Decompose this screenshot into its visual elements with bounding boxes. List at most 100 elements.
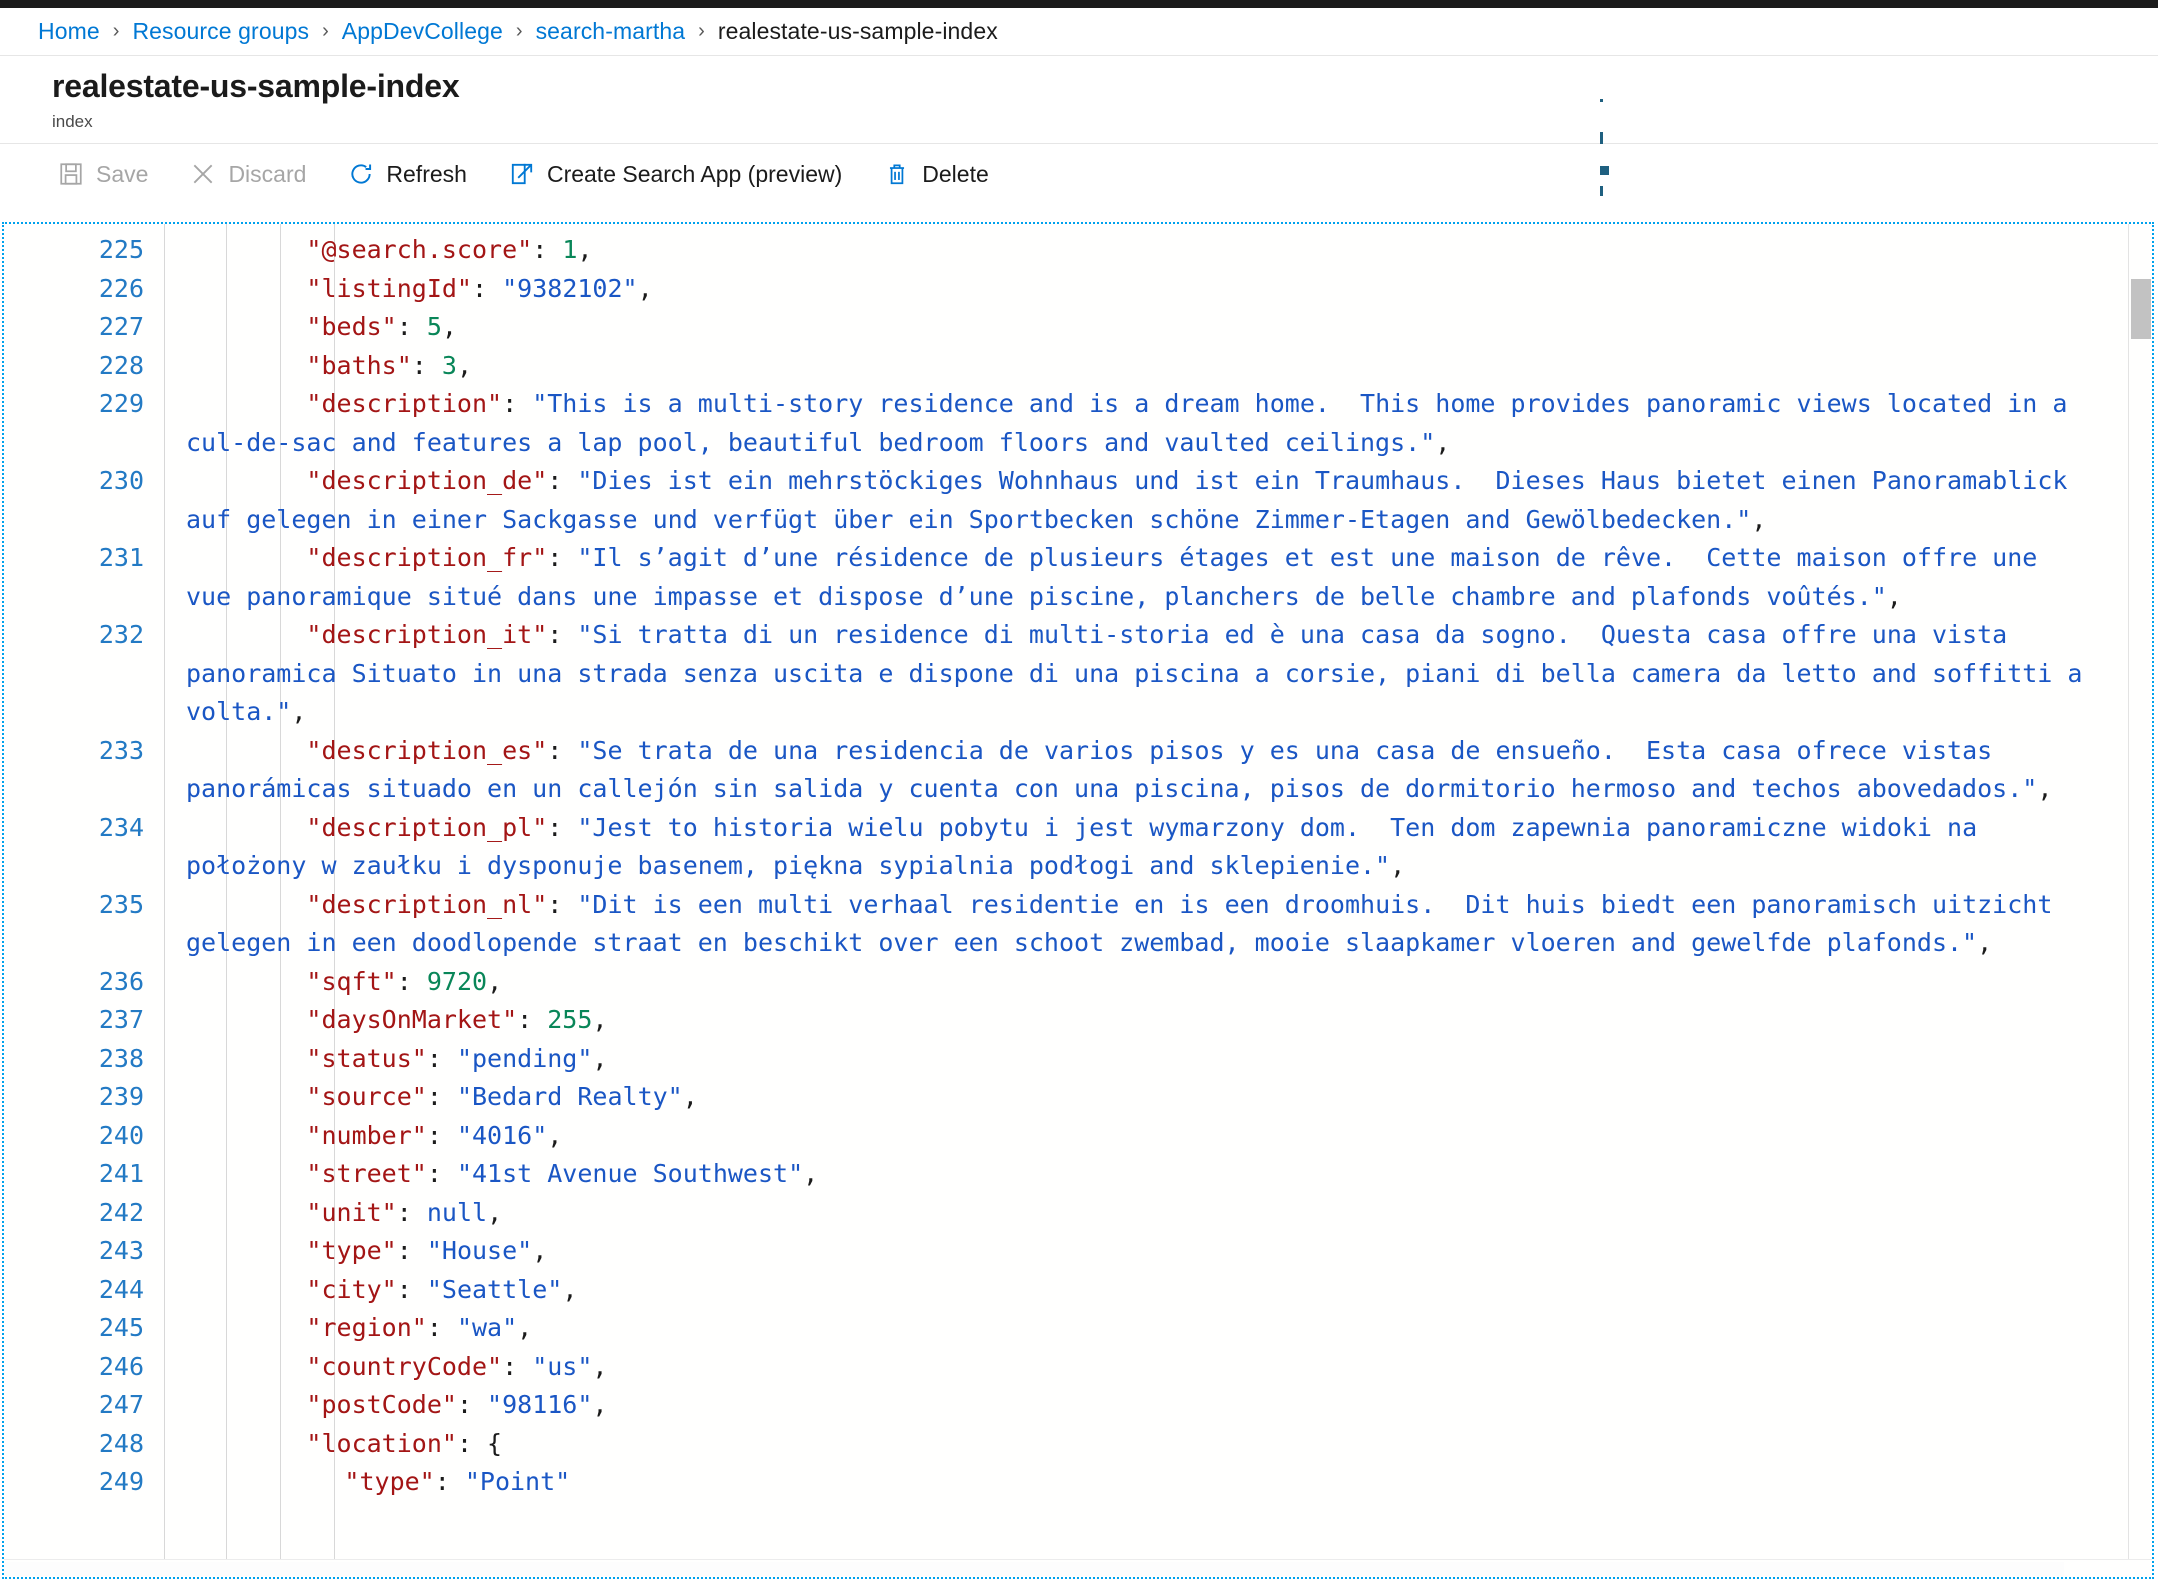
token-punc: ,	[532, 1236, 547, 1265]
code-line[interactable]: 246 "countryCode": "us",	[4, 1348, 2104, 1387]
code-line[interactable]: 234 "description_pl": "Jest to historia …	[4, 809, 2104, 886]
line-number: 233	[4, 732, 144, 771]
vertical-scrollbar-thumb[interactable]	[2131, 279, 2151, 339]
refresh-button[interactable]: Refresh	[342, 157, 473, 192]
line-number: 243	[4, 1232, 144, 1271]
token-punc: :	[427, 1159, 457, 1188]
code-line-content: "region": "wa",	[186, 1313, 532, 1342]
breadcrumb-item-2[interactable]: AppDevCollege	[342, 18, 503, 45]
vertical-scrollbar[interactable]	[2128, 224, 2152, 1577]
code-line-content: "description_it": "Si tratta di un resid…	[186, 620, 2098, 726]
code-line[interactable]: 238 "status": "pending",	[4, 1040, 2104, 1079]
line-number: 239	[4, 1078, 144, 1117]
code-line-content: "description_nl": "Dit is een multi verh…	[186, 890, 2067, 958]
code-line[interactable]: 244 "city": "Seattle",	[4, 1271, 2104, 1310]
discard-button: Discard	[184, 157, 312, 192]
breadcrumb-item-1[interactable]: Resource groups	[132, 18, 309, 45]
line-number: 235	[4, 886, 144, 925]
code-line[interactable]: 248 "location": {	[4, 1425, 2104, 1464]
horizontal-scrollbar-thumb[interactable]	[4, 1562, 2064, 1576]
token-punc: ,	[487, 1198, 502, 1227]
code-line[interactable]: 227 "beds": 5,	[4, 308, 2104, 347]
create-search-app-preview-button[interactable]: Create Search App (preview)	[503, 157, 848, 192]
code-line[interactable]: 245 "region": "wa",	[4, 1309, 2104, 1348]
token-punc: :	[397, 967, 427, 996]
code-line[interactable]: 226 "listingId": "9382102",	[4, 270, 2104, 309]
token-num: 3	[442, 351, 457, 380]
code-line[interactable]: 235 "description_nl": "Dit is een multi …	[4, 886, 2104, 963]
breadcrumb-item-3[interactable]: search-martha	[536, 18, 686, 45]
code-line[interactable]: 225 "@search.score": 1,	[4, 231, 2104, 270]
token-punc: ,	[592, 1005, 607, 1034]
line-number: 229	[4, 385, 144, 424]
code-line[interactable]: 241 "street": "41st Avenue Southwest",	[4, 1155, 2104, 1194]
token-str: "us"	[532, 1352, 592, 1381]
token-punc: ,	[1751, 505, 1766, 534]
breadcrumb-item-0[interactable]: Home	[38, 18, 100, 45]
token-key: "number"	[306, 1121, 426, 1150]
code-line[interactable]: 239 "source": "Bedard Realty",	[4, 1078, 2104, 1117]
code-line[interactable]: 247 "postCode": "98116",	[4, 1386, 2104, 1425]
token-key: "unit"	[306, 1198, 396, 1227]
code-line-content: "city": "Seattle",	[186, 1275, 577, 1304]
code-line[interactable]: 236 "sqft": 9720,	[4, 963, 2104, 1002]
code-line[interactable]: 230 "description_de": "Dies ist ein mehr…	[4, 462, 2104, 539]
token-key: "beds"	[306, 312, 396, 341]
line-number: 227	[4, 308, 144, 347]
token-key: "type"	[306, 1236, 396, 1265]
token-key: "description_es"	[306, 736, 547, 765]
token-punc: :	[412, 351, 442, 380]
breadcrumb-separator: ›	[113, 20, 120, 43]
code-line[interactable]: 232 "description_it": "Si tratta di un r…	[4, 616, 2104, 732]
token-punc: :	[517, 1005, 547, 1034]
token-null: null	[427, 1198, 487, 1227]
code-line[interactable]: 228 "baths": 3,	[4, 347, 2104, 386]
line-number: 248	[4, 1425, 144, 1464]
line-number: 247	[4, 1386, 144, 1425]
code-line-content: "countryCode": "us",	[186, 1352, 607, 1381]
code-line-content: "@search.score": 1,	[186, 235, 592, 264]
token-key: "source"	[306, 1082, 426, 1111]
token-punc: ,	[457, 351, 472, 380]
code-line[interactable]: 240 "number": "4016",	[4, 1117, 2104, 1156]
token-key: "sqft"	[306, 967, 396, 996]
horizontal-scrollbar[interactable]	[4, 1559, 2152, 1577]
token-str: "98116"	[487, 1390, 592, 1419]
delete-button[interactable]: Delete	[878, 157, 994, 192]
token-punc: :	[547, 543, 577, 572]
token-str: "4016"	[457, 1121, 547, 1150]
code-line[interactable]: 243 "type": "House",	[4, 1232, 2104, 1271]
token-punc: :	[397, 1275, 427, 1304]
token-punc: :	[427, 1044, 457, 1073]
right-panel-artifact-3	[1600, 166, 1609, 175]
token-punc: ,	[1390, 851, 1405, 880]
code-line[interactable]: 229 "description": "This is a multi-stor…	[4, 385, 2104, 462]
token-punc: :	[397, 312, 427, 341]
json-editor[interactable]: 225 "@search.score": 1,226 "listingId": …	[4, 224, 2152, 1577]
line-number: 230	[4, 462, 144, 501]
code-line[interactable]: 242 "unit": null,	[4, 1194, 2104, 1233]
token-punc: :	[457, 1429, 487, 1458]
code-line[interactable]: 237 "daysOnMarket": 255,	[4, 1001, 2104, 1040]
line-number: 245	[4, 1309, 144, 1348]
code-line[interactable]: 233 "description_es": "Se trata de una r…	[4, 732, 2104, 809]
token-str: "House"	[427, 1236, 532, 1265]
token-key: "type"	[344, 1467, 434, 1496]
breadcrumb-separator: ›	[322, 20, 329, 43]
code-line-content: "street": "41st Avenue Southwest",	[186, 1159, 818, 1188]
code-line[interactable]: 231 "description_fr": "Il s’agit d’une r…	[4, 539, 2104, 616]
token-str: "wa"	[457, 1313, 517, 1342]
token-key: "region"	[306, 1313, 426, 1342]
token-punc: :	[472, 274, 502, 303]
code-line-content: "listingId": "9382102",	[186, 274, 653, 303]
line-number: 242	[4, 1194, 144, 1233]
command-label: Create Search App (preview)	[547, 161, 842, 188]
right-panel-artifact-1	[1600, 99, 1603, 102]
token-punc: :	[547, 620, 577, 649]
line-number: 249	[4, 1463, 144, 1502]
code-line-content: "source": "Bedard Realty",	[186, 1082, 698, 1111]
token-punc: :	[435, 1467, 465, 1496]
token-punc: :	[457, 1390, 487, 1419]
code-lines[interactable]: 225 "@search.score": 1,226 "listingId": …	[4, 224, 2104, 1502]
code-line[interactable]: 249 "type": "Point"	[4, 1463, 2104, 1502]
